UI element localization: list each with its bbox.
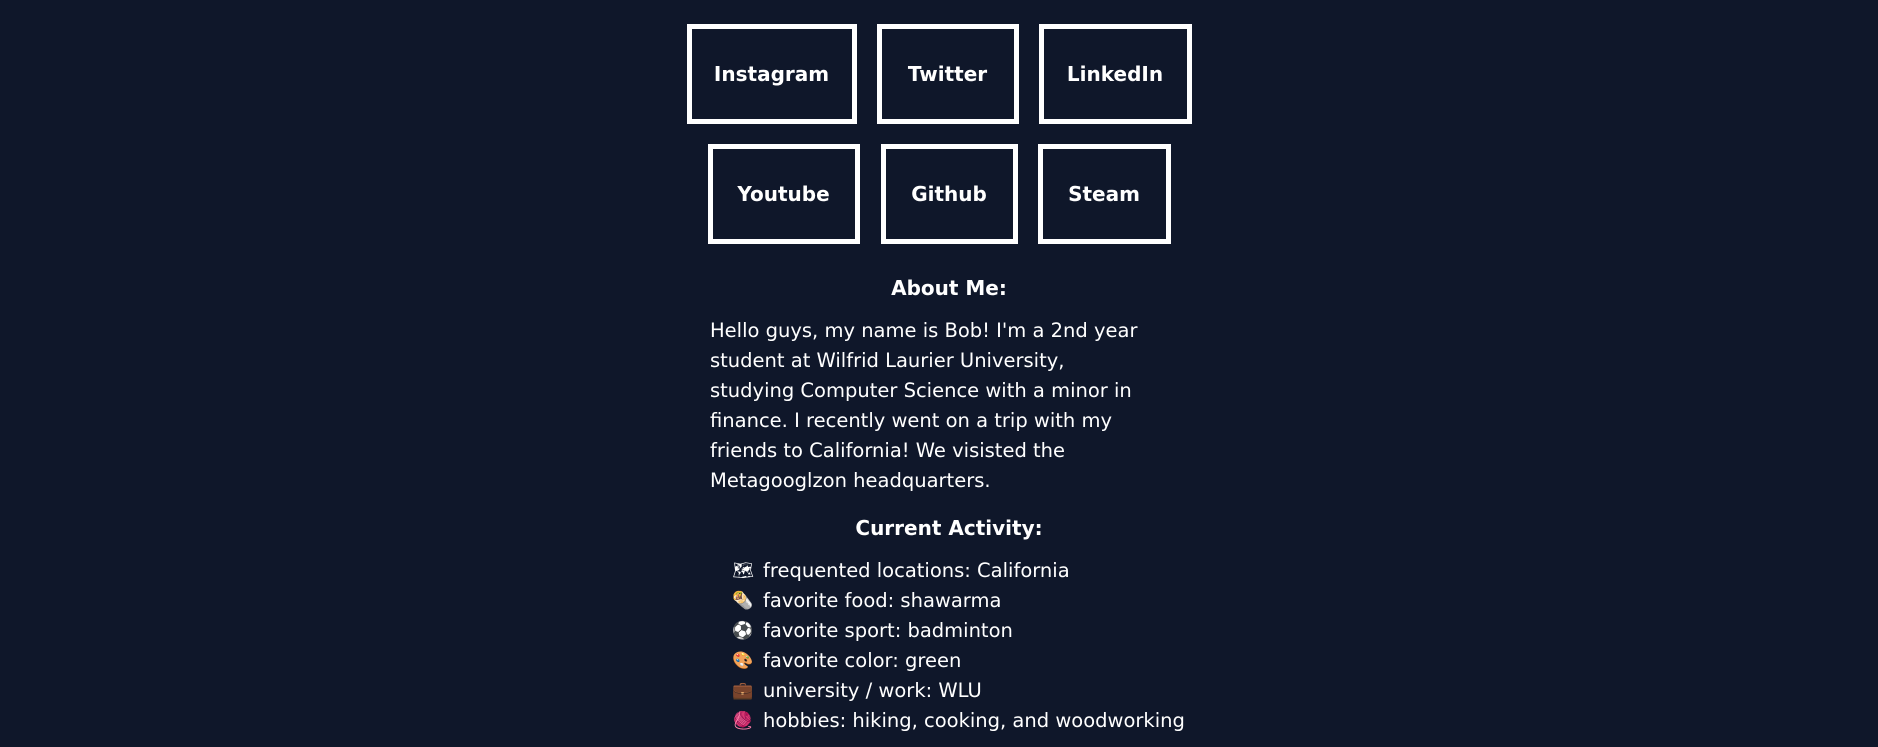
map-icon: 🗺 bbox=[732, 561, 754, 581]
activity-text: favorite sport: badminton bbox=[763, 619, 1013, 642]
activity-item-food: 🌯 favorite food: shawarma bbox=[732, 586, 1185, 616]
yarn-icon: 🧶 bbox=[732, 711, 754, 731]
activity-text: favorite color: green bbox=[763, 649, 962, 672]
activity-text: frequented locations: California bbox=[763, 559, 1070, 582]
activity-item-color: 🎨 favorite color: green bbox=[732, 646, 1185, 676]
social-links-row-1: Instagram Twitter LinkedIn bbox=[0, 24, 1878, 124]
activity-item-hobbies: 🧶 hobbies: hiking, cooking, and woodwork… bbox=[732, 706, 1185, 736]
linkedin-button[interactable]: LinkedIn bbox=[1038, 24, 1192, 124]
instagram-button[interactable]: Instagram bbox=[686, 24, 857, 124]
activity-item-work: 💼 university / work: WLU bbox=[732, 676, 1185, 706]
activity-list: 🗺 frequented locations: California 🌯 fav… bbox=[732, 556, 1185, 736]
activity-text: favorite food: shawarma bbox=[763, 589, 1002, 612]
activity-text: hobbies: hiking, cooking, and woodworkin… bbox=[763, 709, 1185, 732]
twitter-button[interactable]: Twitter bbox=[876, 24, 1019, 124]
steam-button[interactable]: Steam bbox=[1037, 144, 1171, 244]
activity-item-sport: ⚽ favorite sport: badminton bbox=[732, 616, 1185, 646]
youtube-button[interactable]: Youtube bbox=[707, 144, 860, 244]
briefcase-icon: 💼 bbox=[732, 681, 754, 701]
palette-icon: 🎨 bbox=[732, 651, 754, 671]
ball-icon: ⚽ bbox=[732, 621, 754, 641]
activity-heading: Current Activity: bbox=[855, 516, 1043, 540]
food-icon: 🌯 bbox=[732, 591, 754, 611]
page: Instagram Twitter LinkedIn Youtube Githu… bbox=[0, 0, 1878, 747]
activity-item-locations: 🗺 frequented locations: California bbox=[732, 556, 1185, 586]
social-links-row-2: Youtube Github Steam bbox=[0, 144, 1878, 244]
about-text: Hello guys, my name is Bob! I'm a 2nd ye… bbox=[710, 319, 1138, 492]
github-button[interactable]: Github bbox=[880, 144, 1018, 244]
activity-text: university / work: WLU bbox=[763, 679, 982, 702]
about-heading: About Me: bbox=[891, 276, 1007, 300]
